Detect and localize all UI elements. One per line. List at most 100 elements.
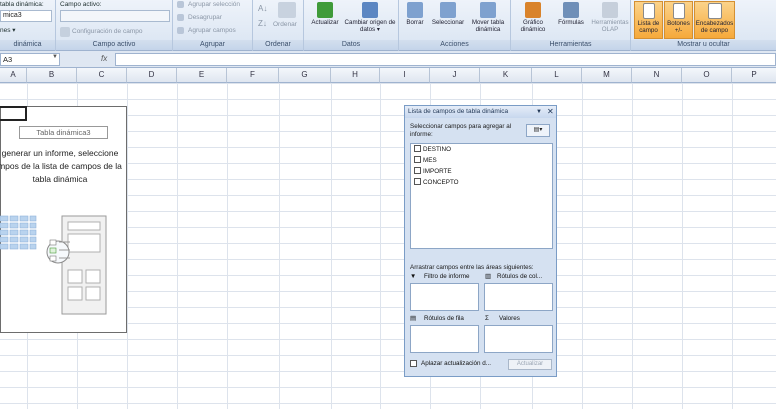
- pivot-chart-label: Gráfico dinámico: [520, 19, 546, 33]
- ribbon-group-sort: A↓ Z↓ Ordenar Ordenar: [253, 0, 304, 51]
- column-header-H[interactable]: H: [331, 68, 380, 83]
- name-box[interactable]: A3: [0, 53, 60, 66]
- move-pivot-button[interactable]: Mover tabla dinámica: [467, 1, 509, 39]
- refresh-button[interactable]: Actualizar: [307, 1, 343, 39]
- field-checkbox[interactable]: [414, 156, 421, 163]
- clear-button[interactable]: Borrar: [402, 1, 428, 39]
- field-checkbox[interactable]: [414, 167, 421, 174]
- grid-line: [279, 83, 280, 409]
- column-header-F[interactable]: F: [227, 68, 279, 83]
- sort-az-button[interactable]: A↓: [258, 4, 267, 13]
- clear-icon: [407, 2, 423, 18]
- grid-line: [632, 83, 633, 409]
- column-labels-icon: ▥: [485, 273, 491, 280]
- pivot-field-list-pane[interactable]: Lista de campos de tabla dinámica ▼ ✕ Se…: [404, 105, 557, 377]
- ribbon-group-show-hide: Lista de campo Botones +/- Encabezados d…: [631, 0, 776, 51]
- field-checkbox[interactable]: [414, 178, 421, 185]
- field-headers-icon: [707, 3, 722, 19]
- field-item-destino[interactable]: DESTINO: [414, 145, 451, 154]
- change-source-label: Cambiar origen de datos ▾: [344, 19, 396, 33]
- change-source-icon: [362, 2, 378, 18]
- column-header-B[interactable]: B: [27, 68, 77, 83]
- change-source-button[interactable]: Cambiar origen de datos ▾: [344, 1, 396, 39]
- field-headers-label: Encabezados de campo: [695, 20, 734, 34]
- field-list-box[interactable]: DESTINO MES IMPORTE CONCEPTO: [410, 143, 553, 249]
- field-settings-icon: [60, 27, 70, 37]
- field-list-toggle[interactable]: Lista de campo: [634, 1, 663, 39]
- ungroup-button[interactable]: Desagrupar: [188, 14, 222, 21]
- grid-line: [227, 83, 228, 409]
- active-field-input[interactable]: [60, 10, 170, 22]
- field-label: DESTINO: [423, 146, 451, 153]
- column-header-K[interactable]: K: [480, 68, 532, 83]
- column-header-A[interactable]: A: [0, 68, 27, 83]
- olap-tools-button[interactable]: Herramientas OLAP: [591, 1, 629, 39]
- pane-menu-icon[interactable]: ▼: [536, 106, 542, 118]
- group-fields-icon: [177, 27, 184, 34]
- field-settings-button[interactable]: Configuración de campo: [72, 28, 142, 35]
- sort-button[interactable]: Ordenar: [273, 21, 297, 28]
- sort-za-button[interactable]: Z↓: [258, 19, 267, 28]
- column-header-D[interactable]: D: [127, 68, 177, 83]
- group-selection-button[interactable]: Agrupar selección: [188, 1, 240, 8]
- formulas-button[interactable]: Fórmulas: [553, 1, 589, 39]
- pivot-instructions-line-3: tabla dinámica: [32, 174, 88, 184]
- group-label-sort: Ordenar: [253, 40, 303, 50]
- select-button[interactable]: Seleccionar: [429, 1, 467, 39]
- grid-line: [331, 83, 332, 409]
- column-header-L[interactable]: L: [532, 68, 582, 83]
- field-headers-toggle[interactable]: Encabezados de campo: [694, 1, 735, 39]
- group-label-actions: Acciones: [399, 40, 510, 50]
- column-header-G[interactable]: G: [279, 68, 331, 83]
- pivot-name-label: tabla dinámica:: [0, 1, 44, 8]
- column-header-M[interactable]: M: [582, 68, 632, 83]
- update-button[interactable]: Actualizar: [508, 359, 552, 370]
- column-header-J[interactable]: J: [430, 68, 480, 83]
- column-header-C[interactable]: C: [77, 68, 127, 83]
- refresh-label: Actualizar: [311, 19, 339, 26]
- values-label: Valores: [499, 315, 520, 322]
- ribbon-group-group: Agrupar selección Desagrupar Agrupar cam…: [173, 0, 253, 51]
- plus-minus-toggle[interactable]: Botones +/-: [664, 1, 693, 39]
- field-checkbox[interactable]: [414, 145, 421, 152]
- pivot-chart-button[interactable]: Gráfico dinámico: [514, 1, 552, 39]
- group-label-group: Agrupar: [173, 40, 252, 50]
- ribbon-group-data: Actualizar Cambiar origen de datos ▾ Dat…: [304, 0, 399, 51]
- ribbon: tabla dinámica: mica3 nes ▾ dinámica Cam…: [0, 0, 776, 51]
- column-header-O[interactable]: O: [682, 68, 732, 83]
- close-icon[interactable]: ✕: [547, 106, 554, 118]
- options-button[interactable]: nes ▾: [0, 26, 16, 34]
- olap-tools-label: Herramientas OLAP: [591, 19, 629, 33]
- column-header-P[interactable]: P: [732, 68, 776, 83]
- field-item-importe[interactable]: IMPORTE: [414, 167, 452, 176]
- drag-fields-label: Arrastrar campos entre las áreas siguien…: [410, 264, 534, 271]
- name-box-dropdown-icon[interactable]: ▼: [52, 54, 58, 60]
- group-fields-button[interactable]: Agrupar campos: [188, 27, 236, 34]
- defer-update-checkbox[interactable]: [410, 360, 417, 367]
- plus-minus-label: Botones +/-: [667, 20, 690, 34]
- values-zone[interactable]: [484, 325, 553, 353]
- field-item-concepto[interactable]: CONCEPTO: [414, 178, 459, 187]
- group-selection-icon: [177, 1, 184, 8]
- column-labels-zone[interactable]: [484, 283, 553, 311]
- pivot-instructions-line-2: mpos de la lista de campos de la: [0, 161, 122, 171]
- row-labels-zone[interactable]: [410, 325, 479, 353]
- column-header-N[interactable]: N: [632, 68, 682, 83]
- formula-input[interactable]: [115, 53, 776, 66]
- pivot-table-title: Tabla dinámica3: [19, 126, 108, 139]
- grid-line: [177, 83, 178, 409]
- report-filter-zone[interactable]: [410, 283, 479, 311]
- column-labels-label: Rótulos de col...: [497, 273, 543, 280]
- layout-chooser-button[interactable]: ▤▾: [526, 124, 550, 137]
- column-header-I[interactable]: I: [380, 68, 430, 83]
- column-header-E[interactable]: E: [177, 68, 227, 83]
- field-list-label: Lista de campo: [637, 20, 660, 34]
- insert-function-icon[interactable]: fx: [101, 54, 107, 63]
- ribbon-group-actions: Borrar Seleccionar Mover tabla dinámica …: [399, 0, 511, 51]
- pivot-name-input[interactable]: mica3: [0, 10, 52, 22]
- field-item-mes[interactable]: MES: [414, 156, 437, 165]
- formula-bar: A3 ▼ fx: [0, 51, 776, 68]
- field-label: IMPORTE: [423, 168, 452, 175]
- grid-line: [127, 83, 128, 409]
- active-field-label: Campo activo:: [60, 1, 102, 8]
